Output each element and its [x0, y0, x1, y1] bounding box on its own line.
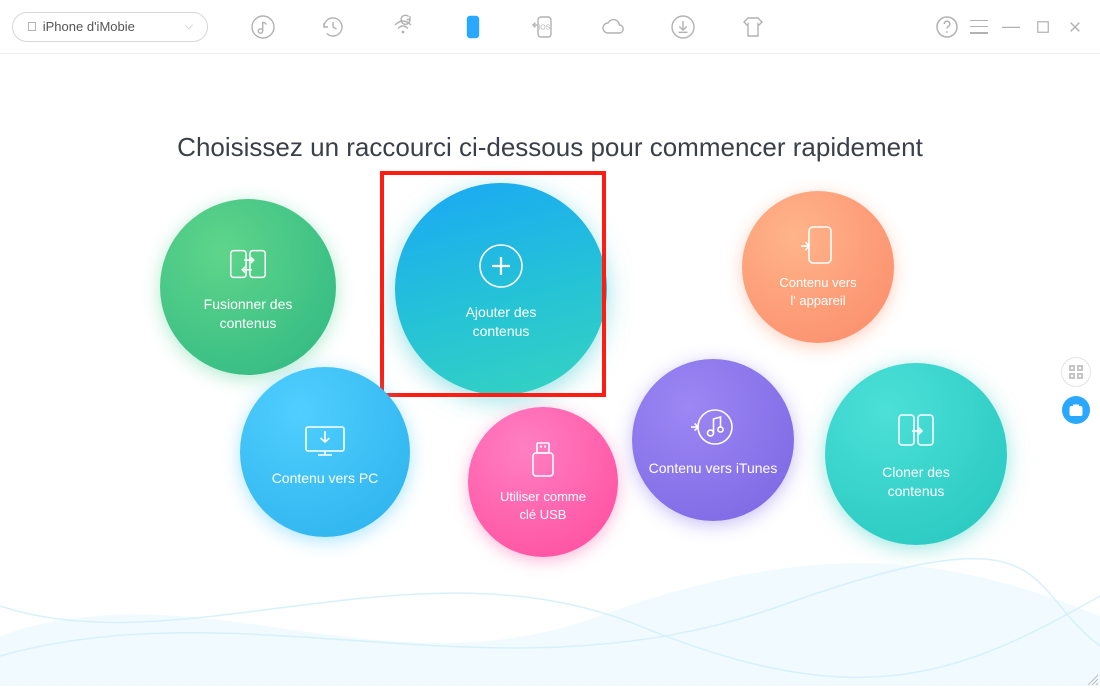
phone-icon[interactable] [458, 12, 488, 42]
window-controls: ― [934, 14, 1088, 40]
resize-grip[interactable] [1086, 672, 1098, 684]
merge-icon [225, 241, 271, 287]
shortcut-to-device[interactable]: Contenu vers l' appareil [742, 191, 894, 343]
device-selector[interactable]:  iPhone d'iMobie ⌵ [12, 12, 208, 42]
to-device-icon [799, 224, 837, 266]
cloud-icon[interactable] [598, 12, 628, 42]
music-icon[interactable] [248, 12, 278, 42]
skin-icon[interactable] [738, 12, 768, 42]
shortcut-canvas: Fusionner des contenus Ajouter des conte… [0, 163, 1100, 683]
clone-icon [892, 407, 940, 455]
minimize-button[interactable]: ― [998, 14, 1024, 40]
usb-icon [528, 440, 558, 480]
shortcut-view-button[interactable] [1062, 396, 1090, 424]
shortcut-usb-label: Utiliser comme clé USB [500, 488, 586, 523]
chevron-down-icon: ⌵ [185, 20, 193, 33]
wifi-refresh-icon[interactable] [388, 12, 418, 42]
shortcut-merge-label: Fusionner des contenus [204, 295, 293, 333]
maximize-button[interactable] [1030, 14, 1056, 40]
close-button[interactable] [1062, 14, 1088, 40]
toolbar:  iPhone d'iMobie ⌵ iOS [0, 0, 1100, 54]
shortcut-to-device-label: Contenu vers l' appareil [779, 274, 856, 309]
ios-transfer-icon[interactable]: iOS [528, 12, 558, 42]
view-toggle [1062, 358, 1090, 424]
shortcut-to-itunes[interactable]: Contenu vers iTunes [632, 359, 794, 521]
grid-view-button[interactable] [1062, 358, 1090, 386]
shortcut-to-pc[interactable]: Contenu vers PC [240, 367, 410, 537]
add-icon [472, 237, 530, 295]
menu-icon [970, 20, 988, 34]
page-heading: Choisissez un raccourci ci-dessous pour … [0, 132, 1100, 163]
shortcut-to-itunes-label: Contenu vers iTunes [649, 459, 778, 478]
apple-icon:  [27, 19, 37, 34]
shortcut-add[interactable]: Ajouter des contenus [395, 183, 607, 395]
shortcut-to-pc-label: Contenu vers PC [272, 469, 379, 488]
shortcut-clone[interactable]: Cloner des contenus [825, 363, 1007, 545]
device-name: iPhone d'iMobie [43, 19, 135, 34]
toolbar-icons: iOS [248, 12, 768, 42]
shortcut-usb[interactable]: Utiliser comme clé USB [468, 407, 618, 557]
to-pc-icon [300, 417, 350, 461]
shortcut-clone-label: Cloner des contenus [882, 463, 950, 501]
svg-text:iOS: iOS [539, 24, 551, 31]
to-itunes-icon [689, 403, 737, 451]
shortcut-add-label: Ajouter des contenus [466, 303, 537, 341]
menu-button[interactable] [966, 14, 992, 40]
shortcut-merge[interactable]: Fusionner des contenus [160, 199, 336, 375]
help-button[interactable] [934, 14, 960, 40]
download-icon[interactable] [668, 12, 698, 42]
history-icon[interactable] [318, 12, 348, 42]
